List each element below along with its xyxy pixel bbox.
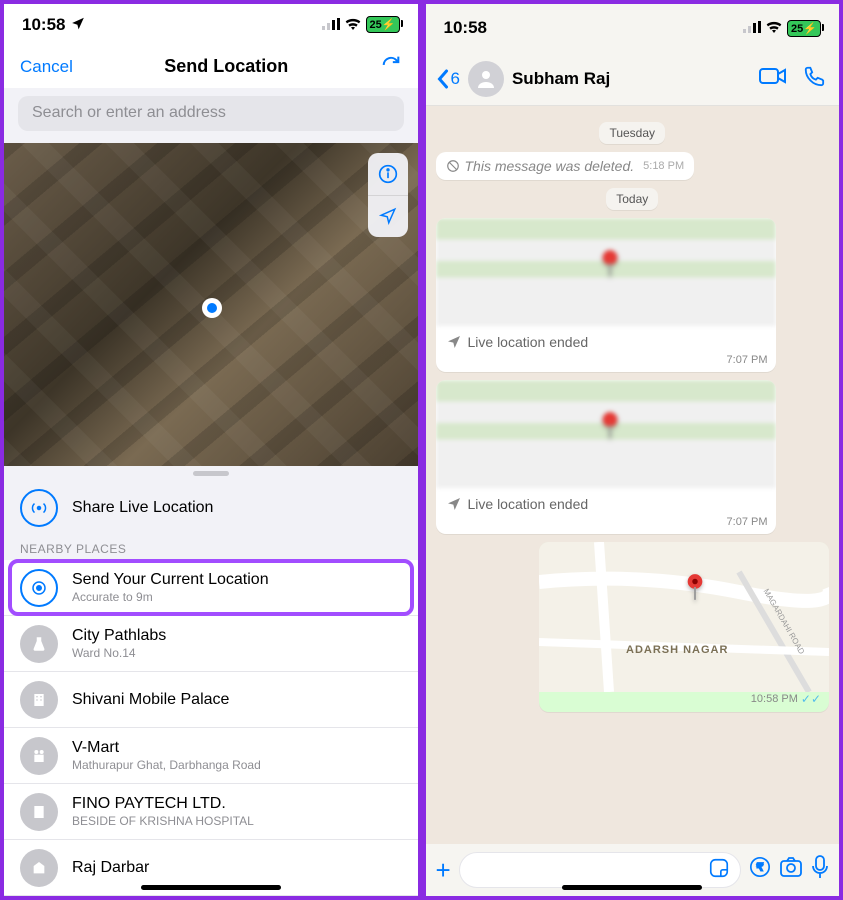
avatar[interactable] [468,61,504,97]
place-row[interactable]: Shivani Mobile Palace [4,672,418,728]
message-input[interactable] [459,852,741,888]
nearby-places-header: NEARBY PLACES [4,536,418,560]
building-icon [20,793,58,831]
message-time: 7:07 PM [436,354,776,372]
broadcast-icon [20,489,58,527]
back-button[interactable]: 6 [436,69,460,89]
send-current-location-button[interactable]: Send Your Current Location Accurate to 9… [4,560,418,616]
battery-icon: 25⚡ [787,20,821,37]
place-row[interactable]: V-MartMathurapur Ghat, Darbhanga Road [4,728,418,784]
target-icon [20,569,58,607]
battery-icon: 25⚡ [366,16,400,33]
clock: 10:58 [22,15,65,35]
building-icon [20,849,58,887]
read-receipt-icon: ✓✓ [801,692,821,706]
map-thumbnail [436,218,776,326]
home-indicator [562,885,702,890]
cellular-icon [322,15,340,35]
chat-body[interactable]: Tuesday This message was deleted. 5:18 P… [426,106,840,844]
clock: 10:58 [444,18,487,38]
chat-nav-bar: 6 Subham Raj [426,52,840,106]
location-ended-icon [446,334,462,350]
current-location-dot [202,298,222,318]
chat-contact-name[interactable]: Subham Raj [512,69,747,89]
share-live-location-button[interactable]: Share Live Location [4,480,418,536]
voice-call-button[interactable] [799,61,829,97]
deleted-message: This message was deleted. 5:18 PM [436,152,695,180]
map-thumbnail: ADARSH NAGAR MAGARDAHI ROAD [539,542,829,692]
cellular-icon [743,18,761,38]
map-pin-icon [599,410,621,445]
refresh-button[interactable] [380,53,402,80]
rupee-button[interactable]: ₹ [749,856,771,884]
camera-button[interactable] [779,856,803,884]
wifi-icon [766,18,782,38]
location-message[interactable]: Live location ended 7:07 PM [436,380,776,534]
date-separator: Tuesday [599,122,665,144]
flask-icon [20,625,58,663]
status-bar: 10:58 25⚡ [4,4,418,46]
nav-bar: Cancel Send Location [4,46,418,88]
home-indicator [141,885,281,890]
svg-text:₹: ₹ [757,863,764,874]
map-recenter-button[interactable] [368,195,408,237]
shop-icon [20,737,58,775]
search-input[interactable]: Search or enter an address [18,96,404,131]
map-pin-icon [599,248,621,283]
map-thumbnail [436,380,776,488]
map-area-label: ADARSH NAGAR [626,644,728,656]
location-message[interactable]: Live location ended 7:07 PM [436,218,776,372]
location-arrow-icon [71,15,85,35]
building-icon [20,681,58,719]
sent-location-message[interactable]: ADARSH NAGAR MAGARDAHI ROAD 10:58 PM ✓✓ [539,542,829,712]
message-time: 7:07 PM [436,516,776,534]
wifi-icon [345,15,361,35]
sticker-button[interactable] [708,857,730,884]
message-time: 10:58 PM [751,693,798,705]
mic-button[interactable] [811,855,829,885]
attach-button[interactable]: + [436,855,451,886]
cancel-button[interactable]: Cancel [20,57,73,77]
map-pin-icon [684,572,706,607]
map-info-button[interactable] [368,153,408,195]
sheet-grabber[interactable] [4,466,418,480]
date-separator: Today [606,188,658,210]
map-view[interactable] [4,143,418,466]
location-ended-icon [446,496,462,512]
page-title: Send Location [164,56,288,77]
place-row[interactable]: City PathlabsWard No.14 [4,616,418,672]
place-row[interactable]: FINO PAYTECH LTD.BESIDE OF KRISHNA HOSPI… [4,784,418,840]
video-call-button[interactable] [755,62,791,96]
status-bar: 10:58 25⚡ [426,4,840,52]
